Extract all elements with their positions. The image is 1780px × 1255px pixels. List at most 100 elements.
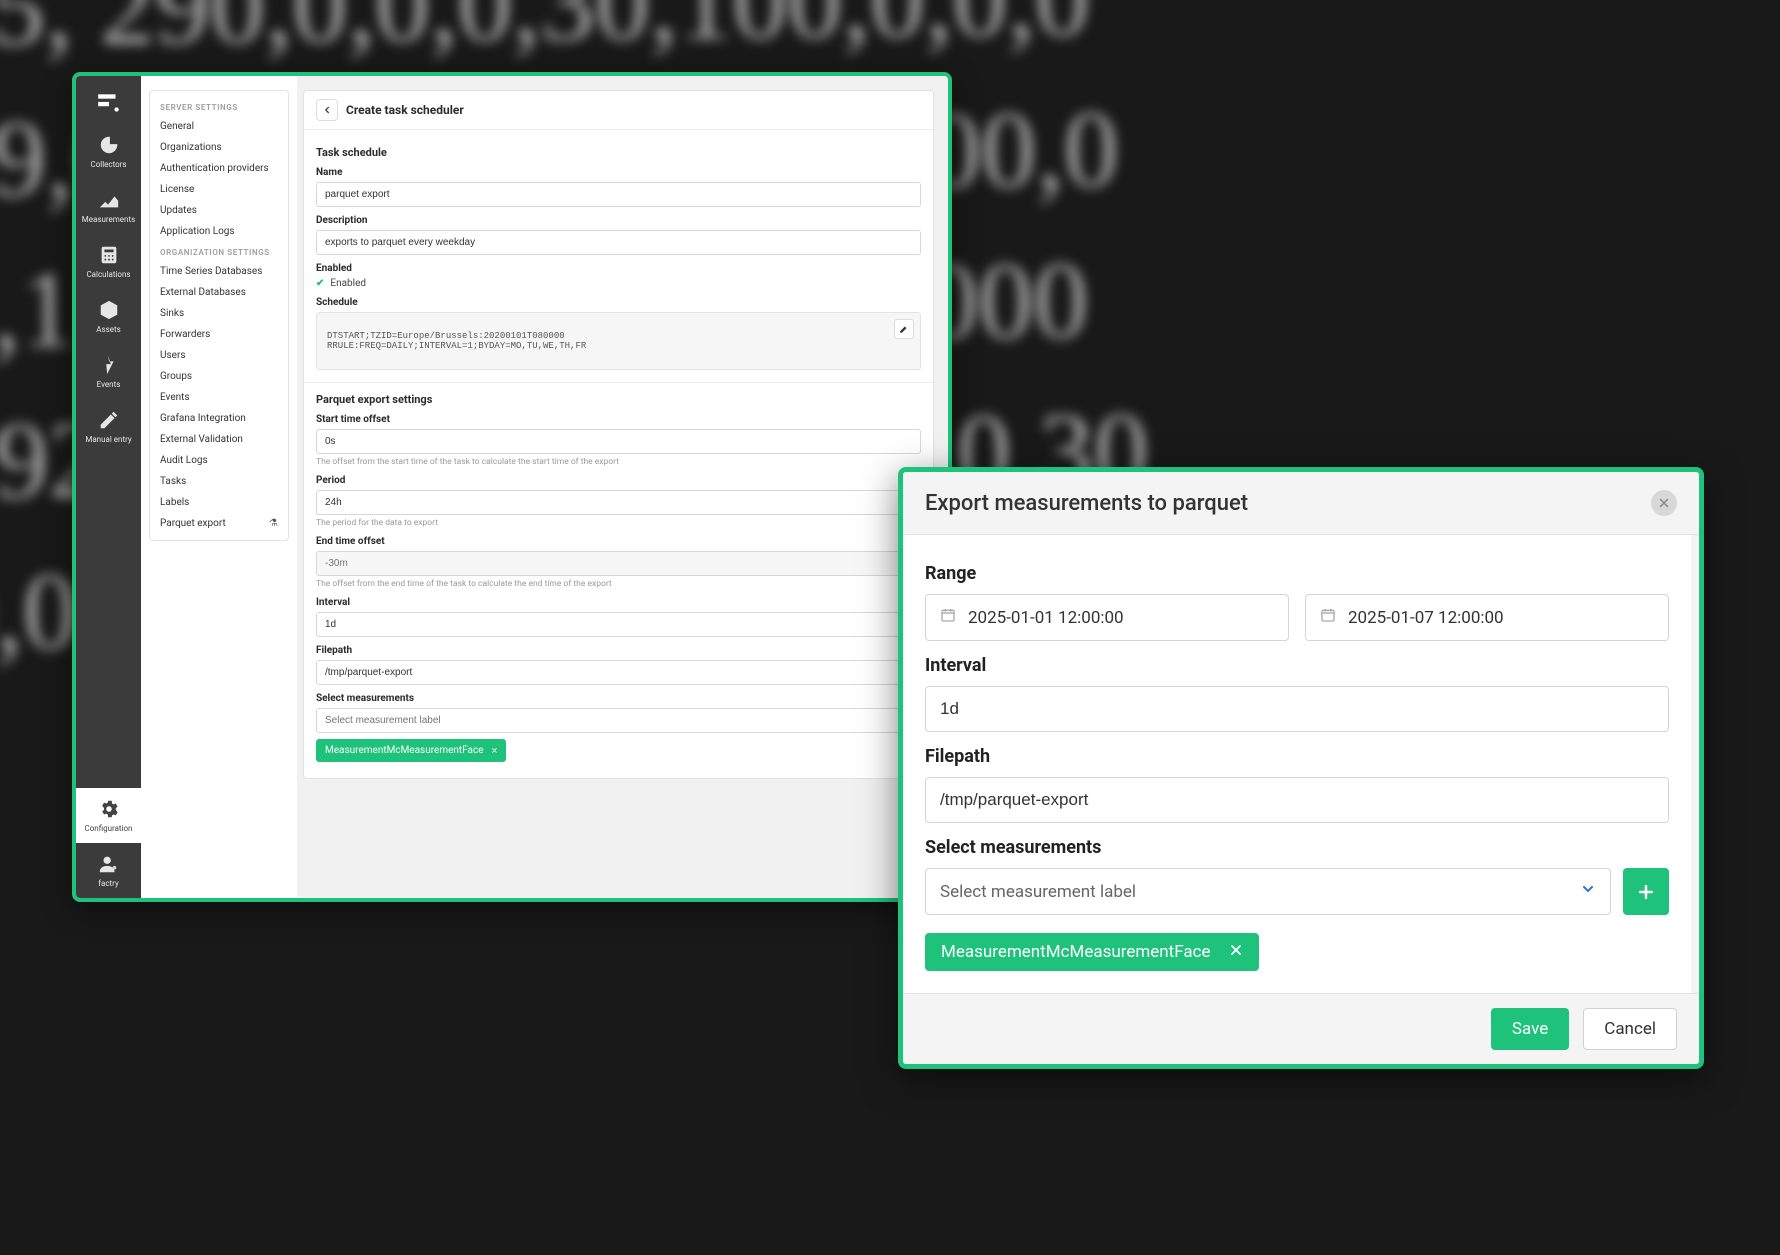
nav-forwarders[interactable]: Forwarders [150,324,288,345]
modal-close-button[interactable] [1651,490,1677,516]
nav-tsdb[interactable]: Time Series Databases [150,261,288,282]
app-logo [76,82,141,124]
export-modal: Export measurements to parquet Range 202… [898,467,1704,1069]
settings-panel: SERVER SETTINGS General Organizations Au… [149,90,289,541]
input-interval[interactable] [316,612,921,637]
rail-label: Events [97,380,121,389]
modal-title: Export measurements to parquet [925,491,1248,516]
admin-window: Collectors Measurements Calculations Ass… [72,72,952,902]
range-from-text: 2025-01-01 12:00:00 [968,608,1124,628]
modal-footer: Save Cancel [903,993,1699,1064]
calendar-icon [940,607,956,628]
rail-label: Collectors [90,160,126,169]
nav-groups[interactable]: Groups [150,366,288,387]
rail-label: factry [98,879,119,888]
enabled-text: Enabled [330,278,366,289]
nav-application-logs[interactable]: Application Logs [150,221,288,242]
nav-org-events[interactable]: Events [150,387,288,408]
nav-labels[interactable]: Labels [150,492,288,513]
org-settings-title: ORGANIZATION SETTINGS [150,242,288,261]
modal-header: Export measurements to parquet [903,472,1699,535]
input-range-to[interactable]: 2025-01-07 12:00:00 [1305,594,1669,641]
card-header: Create task scheduler [304,91,933,130]
flask-icon: ⚗ [269,518,278,529]
modal-label-range: Range [925,563,1669,584]
label-start-offset: Start time offset [316,414,921,425]
back-button[interactable] [316,99,338,121]
nav-rail: Collectors Measurements Calculations Ass… [76,76,141,898]
nav-license[interactable]: License [150,179,288,200]
label-end-offset: End time offset [316,536,921,547]
nav-parquet-export[interactable]: Parquet export ⚗ [150,513,288,534]
label-period: Period [316,475,921,486]
modal-tag-label: MeasurementMcMeasurementFace [941,942,1211,962]
nav-general[interactable]: General [150,116,288,137]
label-filepath: Filepath [316,645,921,656]
modal-label-select: Select measurements [925,837,1669,858]
rail-assets[interactable]: Assets [76,289,141,344]
input-end-offset [316,551,921,576]
modal-label-filepath: Filepath [925,746,1669,767]
nav-sinks[interactable]: Sinks [150,303,288,324]
range-to-text: 2025-01-07 12:00:00 [1348,608,1504,628]
nav-ext-validation[interactable]: External Validation [150,429,288,450]
rail-events[interactable]: Events [76,344,141,399]
rail-label: Calculations [86,270,130,279]
nav-users[interactable]: Users [150,345,288,366]
modal-input-interval[interactable] [925,686,1669,732]
add-measurement-button[interactable] [1623,868,1669,915]
edit-schedule-button[interactable] [894,319,914,339]
calendar-icon [1320,607,1336,628]
enabled-checkbox[interactable]: ✔ Enabled [316,278,921,289]
cancel-button[interactable]: Cancel [1583,1008,1677,1050]
nav-tasks[interactable]: Tasks [150,471,288,492]
modal-label-interval: Interval [925,655,1669,676]
server-settings-title: SERVER SETTINGS [150,97,288,116]
label-interval: Interval [316,597,921,608]
rail-manual-entry[interactable]: Manual entry [76,399,141,454]
content-area: Create task scheduler Task schedule Name… [297,76,948,898]
input-range-from[interactable]: 2025-01-01 12:00:00 [925,594,1289,641]
nav-ext-db[interactable]: External Databases [150,282,288,303]
nav-audit-logs[interactable]: Audit Logs [150,450,288,471]
rail-measurements[interactable]: Measurements [76,179,141,234]
tag-label: MeasurementMcMeasurementFace [325,745,484,756]
rail-label: Measurements [82,215,135,224]
chevron-down-icon [1580,881,1596,902]
label-name: Name [316,167,921,178]
input-filepath[interactable] [316,660,921,685]
rail-collectors[interactable]: Collectors [76,124,141,179]
label-schedule: Schedule [316,297,921,308]
input-period[interactable] [316,490,921,515]
hint-end-offset: The offset from the end time of the task… [316,579,921,589]
rail-user[interactable]: factry [76,843,141,898]
nav-organizations[interactable]: Organizations [150,137,288,158]
schedule-code: DTSTART;TZID=Europe/Brussels:20200101T08… [316,312,921,370]
rail-label: Assets [96,325,120,334]
rail-configuration[interactable]: Configuration [76,788,141,843]
nav-grafana[interactable]: Grafana Integration [150,408,288,429]
label-description: Description [316,215,921,226]
modal-select-placeholder: Select measurement label [940,882,1136,902]
input-select-measurements[interactable] [316,708,921,733]
modal-input-filepath[interactable] [925,777,1669,823]
tag-remove-icon[interactable]: × [492,744,498,757]
modal-tag-remove-icon[interactable] [1229,942,1243,962]
section-task-schedule: Task schedule [316,146,921,159]
rail-label: Configuration [85,824,133,833]
save-button[interactable]: Save [1491,1008,1569,1050]
scheduler-card: Create task scheduler Task schedule Name… [303,90,934,779]
input-description[interactable] [316,230,921,255]
section-parquet-settings: Parquet export settings [316,393,921,406]
rail-calculations[interactable]: Calculations [76,234,141,289]
page-title: Create task scheduler [346,103,464,117]
input-start-offset[interactable] [316,429,921,454]
hint-start-offset: The offset from the start time of the ta… [316,457,921,467]
nav-auth-providers[interactable]: Authentication providers [150,158,288,179]
check-icon: ✔ [316,278,324,289]
modal-select-measurement[interactable]: Select measurement label [925,868,1611,915]
input-name[interactable] [316,182,921,207]
rail-label: Manual entry [85,435,131,444]
nav-updates[interactable]: Updates [150,200,288,221]
hint-period: The period for the data to export [316,518,921,528]
